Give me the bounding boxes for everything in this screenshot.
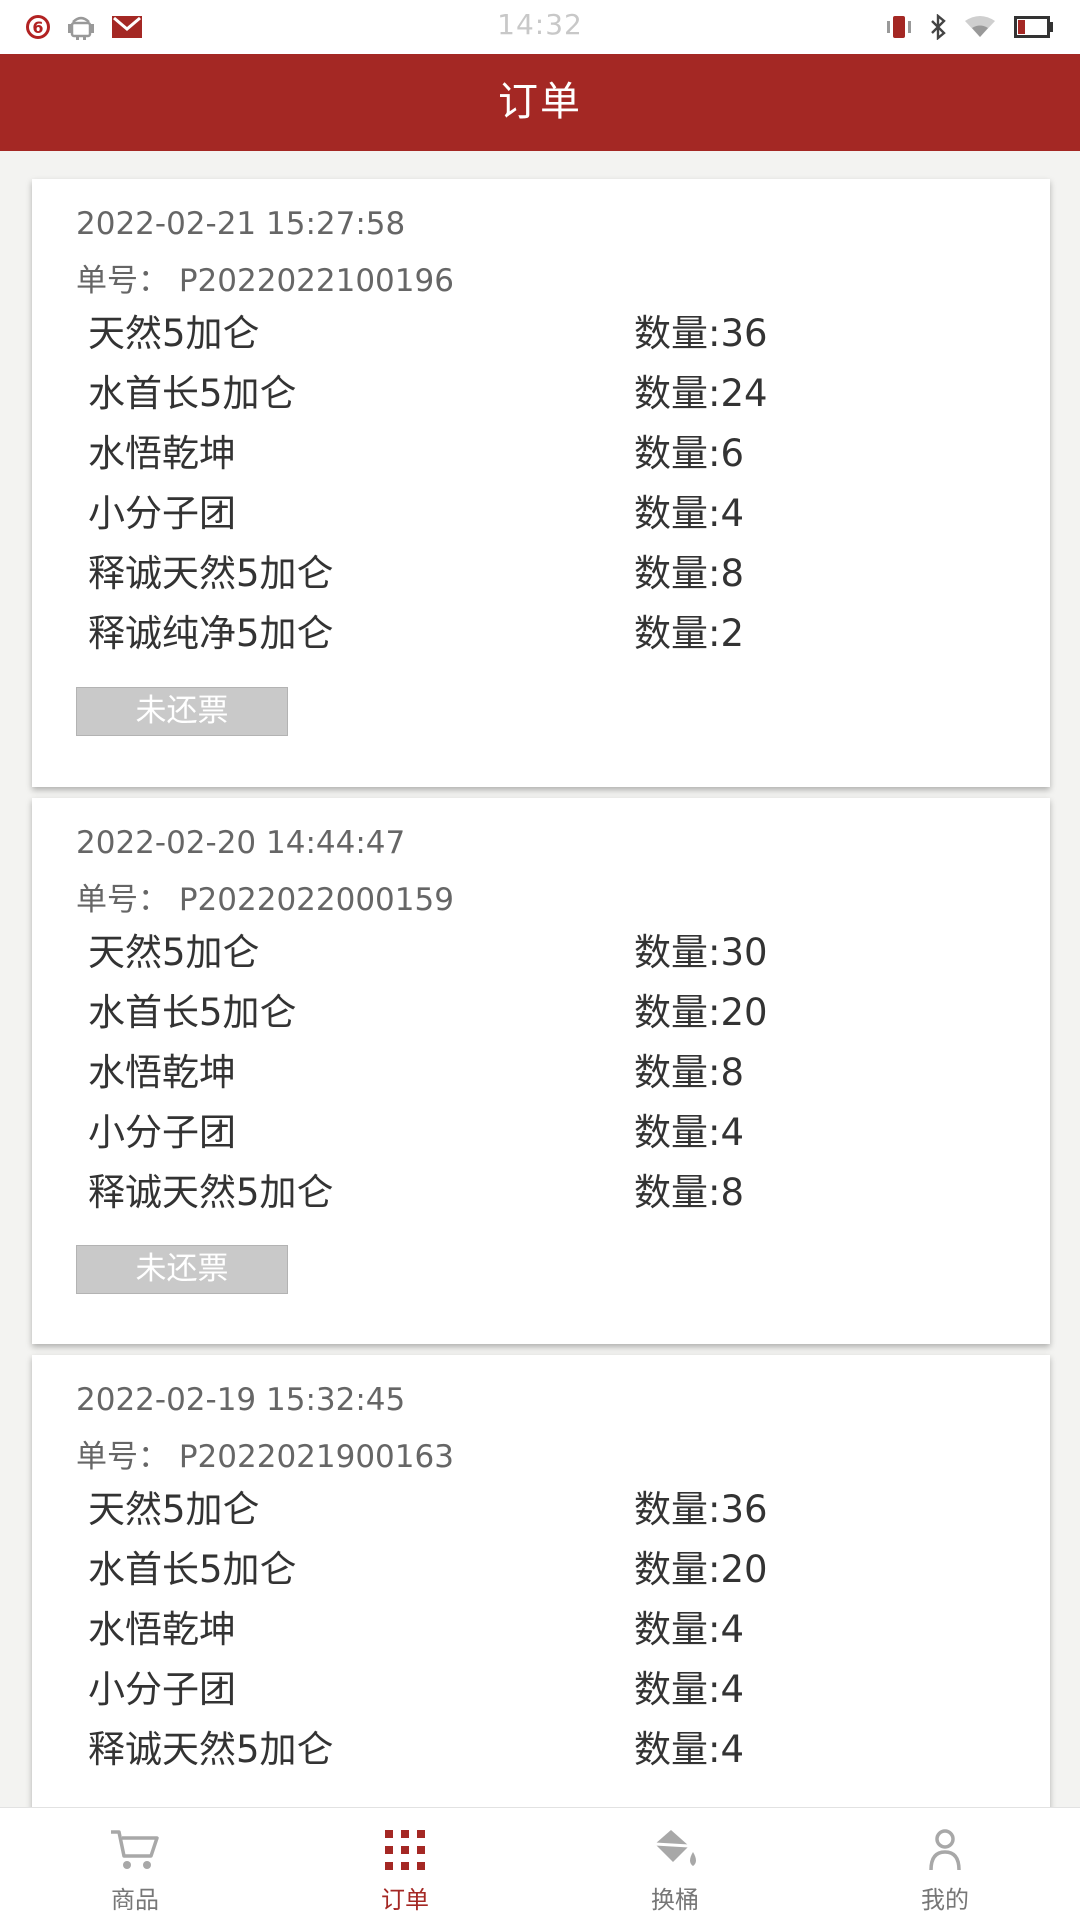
order-list[interactable]: 2022-02-21 15:27:58 单号： P2022022100196 天… [0,151,1080,1807]
item-name: 水首长5加仑 [88,991,297,1034]
order-datetime: 2022-02-21 15:27:58 [76,206,406,242]
person-icon [929,1829,961,1871]
item-quantity: 数量:8 [634,1051,745,1094]
item-quantity: 数量:36 [634,312,768,355]
item-quantity: 数量:4 [634,1111,745,1154]
status-right-icons [886,12,1054,42]
item-quantity: 数量:4 [634,492,745,535]
item-quantity: 数量:36 [634,1488,768,1531]
page-title: 订单 [498,79,582,125]
item-name: 水悟乾坤 [88,1608,236,1651]
order-card[interactable]: 2022-02-21 15:27:58 单号： P2022022100196 天… [32,179,1050,787]
item-name: 水悟乾坤 [88,432,236,475]
nav-item-exchange-bucket[interactable]: 换桶 [540,1808,810,1921]
item-name: 释诚天然5加仑 [88,1171,334,1214]
wifi-icon [965,16,995,37]
bluetooth-icon [931,14,946,40]
item-name: 释诚纯净5加仑 [88,612,334,655]
item-name: 小分子团 [88,1111,236,1154]
order-number: 单号： P2022022100196 [76,263,454,299]
ticket-status-button[interactable]: 未还票 [76,1245,288,1294]
ticket-status-button[interactable]: 未还票 [76,687,288,736]
nav-item-profile[interactable]: 我的 [810,1808,1080,1921]
item-name: 水首长5加仑 [88,1548,297,1591]
nav-label-exchange-bucket: 换桶 [651,1886,699,1914]
nav-item-products[interactable]: 商品 [0,1808,270,1921]
item-quantity: 数量:4 [634,1608,745,1651]
grid-icon [385,1830,425,1870]
item-quantity: 数量:6 [634,432,745,475]
item-name: 小分子团 [88,1668,236,1711]
item-quantity: 数量:8 [634,1171,745,1214]
order-card[interactable]: 2022-02-19 15:32:45 单号： P2022021900163 天… [32,1355,1050,1807]
order-datetime: 2022-02-20 14:44:47 [76,825,406,861]
item-quantity: 数量:4 [634,1728,745,1771]
item-name: 水悟乾坤 [88,1051,236,1094]
item-quantity: 数量:24 [634,372,768,415]
order-number: 单号： P2022022000159 [76,882,454,918]
item-name: 释诚天然5加仑 [88,1728,334,1771]
item-name: 天然5加仑 [88,312,260,355]
order-datetime: 2022-02-19 15:32:45 [76,1382,406,1418]
nav-label-products: 商品 [111,1886,159,1914]
item-quantity: 数量:8 [634,552,745,595]
item-name: 天然5加仑 [88,1488,260,1531]
app-header: 订单 [0,54,1080,151]
order-card[interactable]: 2022-02-20 14:44:47 单号： P2022022000159 天… [32,798,1050,1344]
item-name: 天然5加仑 [88,931,260,974]
item-quantity: 数量:20 [634,1548,768,1591]
paint-bucket-icon [654,1830,696,1866]
item-quantity: 数量:2 [634,612,745,655]
nav-label-orders: 订单 [381,1886,429,1914]
vibrate-icon [887,16,911,38]
nav-item-orders[interactable]: 订单 [270,1808,540,1921]
item-name: 小分子团 [88,492,236,535]
item-quantity: 数量:20 [634,991,768,1034]
item-name: 释诚天然5加仑 [88,552,334,595]
item-quantity: 数量:30 [634,931,768,974]
cart-icon [111,1830,159,1869]
order-number: 单号： P2022021900163 [76,1439,454,1475]
battery-icon [1014,16,1053,38]
status-bar: 6 14:32 [0,0,1080,54]
nav-label-profile: 我的 [921,1886,969,1914]
item-quantity: 数量:4 [634,1668,745,1711]
item-name: 水首长5加仑 [88,372,297,415]
bottom-nav: 商品 订单 换桶 我的 [0,1807,1080,1921]
